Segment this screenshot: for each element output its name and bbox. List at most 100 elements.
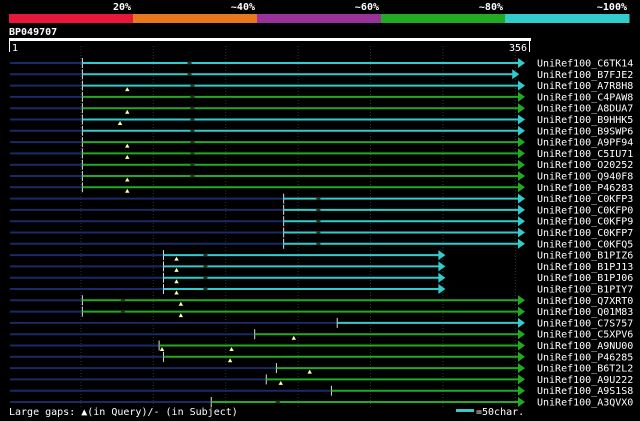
hit-arrowhead — [518, 374, 525, 385]
query-start-label: 1 — [12, 43, 18, 54]
identity-band-label: ~80% — [479, 2, 503, 13]
hit-label[interactable]: UniRef100_A9NU00 — [537, 341, 633, 352]
hit-label[interactable]: UniRef100_C5IU71 — [537, 149, 633, 160]
query-bar — [9, 38, 531, 41]
hit-label[interactable]: UniRef100_Q940F8 — [537, 172, 633, 183]
identity-band-label: ~40% — [231, 2, 255, 13]
hit-label[interactable]: UniRef100_C4PAW8 — [537, 92, 633, 103]
hit-label[interactable]: UniRef100_C0KFQ5 — [537, 239, 633, 250]
hit-label[interactable]: UniRef100_P46285 — [537, 352, 633, 363]
hit-label[interactable]: UniRef100_Q01M83 — [537, 307, 633, 318]
identity-band — [133, 14, 258, 23]
hit-label[interactable]: UniRef100_C0KFP9 — [537, 217, 633, 228]
hit-label[interactable]: UniRef100_A9PF94 — [537, 138, 633, 149]
hit-label[interactable]: UniRef100_O20252 — [537, 160, 633, 171]
identity-band-label: ~100% — [597, 2, 627, 13]
hit-arrowhead — [518, 125, 525, 136]
hit-arrowhead — [518, 80, 525, 91]
hit-label[interactable]: UniRef100_B1PJ06 — [537, 273, 633, 284]
hit-label[interactable]: UniRef100_C0KFP7 — [537, 228, 633, 239]
hit-arrowhead — [518, 171, 525, 181]
hit-arrowhead — [518, 363, 525, 374]
hit-arrowhead — [518, 385, 525, 396]
identity-band — [9, 14, 134, 23]
hit-arrowhead — [518, 238, 525, 249]
query-gap-marker — [178, 313, 184, 318]
query-gap-marker — [125, 143, 130, 148]
hit-arrowhead — [518, 397, 525, 407]
hit-label[interactable]: UniRef100_B7FJE2 — [537, 70, 633, 81]
query-gap-marker — [178, 301, 184, 306]
hit-arrowhead — [518, 182, 525, 193]
hit-arrowhead — [518, 351, 525, 362]
hit-arrowhead — [438, 284, 446, 294]
hit-label[interactable]: UniRef100_B6T2L2 — [537, 364, 633, 375]
gridlines — [80, 46, 516, 408]
query-gap-marker — [125, 154, 130, 159]
hit-label[interactable]: UniRef100_A9S1S8 — [537, 386, 633, 397]
hit-arrowhead — [518, 91, 525, 102]
scale-label: =50char. — [476, 407, 524, 418]
query-gap-marker — [174, 279, 179, 284]
query-gap-marker — [291, 335, 296, 340]
query-gap-marker — [174, 290, 179, 295]
hit-label[interactable]: UniRef100_A9U222 — [537, 375, 633, 386]
query-gap-marker — [125, 87, 130, 92]
hit-label[interactable]: UniRef100_B1PIY7 — [537, 285, 633, 296]
query-gap-marker — [278, 380, 283, 385]
hit-arrowhead — [518, 103, 525, 114]
hit-arrowhead — [438, 272, 446, 283]
hit-label[interactable]: UniRef100_C5XPV6 — [537, 330, 633, 341]
identity-band-labels: 20% ~40% ~60% ~80% ~100% — [113, 2, 627, 13]
hit-arrowhead — [518, 216, 525, 227]
hit-arrowhead — [518, 137, 525, 148]
query-gap-marker — [125, 177, 130, 182]
hit-arrowhead — [518, 306, 525, 317]
hit-label[interactable]: UniRef100_A8DUA7 — [537, 104, 633, 115]
hit-label[interactable]: UniRef100_C0KFP0 — [537, 205, 633, 216]
query-end-label: 356 — [509, 43, 527, 54]
query-ruler-right-tick — [529, 41, 530, 52]
hit-arrowhead — [518, 227, 525, 238]
hit-arrowhead — [518, 295, 525, 306]
query-ruler-left-tick — [9, 41, 10, 52]
hit-label[interactable]: UniRef100_A7R8H8 — [537, 81, 633, 92]
identity-band — [505, 14, 630, 23]
hit-label[interactable]: UniRef100_C0KFP3 — [537, 194, 633, 205]
identity-band — [257, 14, 382, 23]
hit-arrowhead — [518, 58, 525, 68]
identity-band — [381, 14, 506, 23]
alignment-chart: 20% ~40% ~60% ~80% ~100% BP049707 1 356 UniR… — [9, 2, 633, 418]
query-gap-marker — [125, 109, 130, 114]
query-gap-marker — [125, 188, 130, 193]
hit-label[interactable]: UniRef100_P46283 — [537, 183, 633, 194]
identity-color-bar — [9, 14, 630, 23]
hit-arrowhead — [518, 148, 525, 159]
hit-arrowhead — [518, 114, 525, 125]
hit-label[interactable]: UniRef100_B1PJ13 — [537, 262, 633, 273]
hit-label[interactable]: UniRef100_B9SWP6 — [537, 126, 633, 137]
hit-label[interactable]: UniRef100_B1PIZ6 — [537, 251, 633, 262]
hit-arrowhead — [518, 340, 525, 351]
hit-label[interactable]: UniRef100_C6TK14 — [537, 59, 633, 70]
query-gap-marker — [159, 347, 165, 351]
query-id: BP049707 — [9, 27, 57, 38]
hit-label[interactable]: UniRef100_Q7XRT0 — [537, 296, 633, 307]
hit-arrowhead — [438, 261, 446, 272]
hit-label[interactable]: UniRef100_C7S757 — [537, 318, 633, 329]
hit-label[interactable]: UniRef100_A3QVX0 — [537, 398, 633, 409]
identity-band-label: 20% — [113, 2, 131, 13]
hit-label[interactable]: UniRef100_B9HHK5 — [537, 115, 633, 126]
hit-arrowhead — [518, 204, 525, 215]
hit-arrowhead — [518, 329, 525, 340]
hit-arrowhead — [518, 317, 525, 328]
gap-legend: Large gaps: ▲(in Query)/- (in Subject) — [9, 407, 238, 418]
identity-band-label: ~60% — [355, 2, 379, 13]
scale-bar — [456, 409, 474, 412]
query-gap-marker — [117, 121, 123, 125]
hit-arrowhead — [518, 193, 525, 204]
hit-labels: UniRef100_C6TK14UniRef100_B7FJE2UniRef10… — [537, 59, 633, 409]
hit-arrowhead — [518, 159, 525, 170]
query-gap-marker — [174, 256, 179, 261]
query-gap-marker — [174, 267, 179, 272]
